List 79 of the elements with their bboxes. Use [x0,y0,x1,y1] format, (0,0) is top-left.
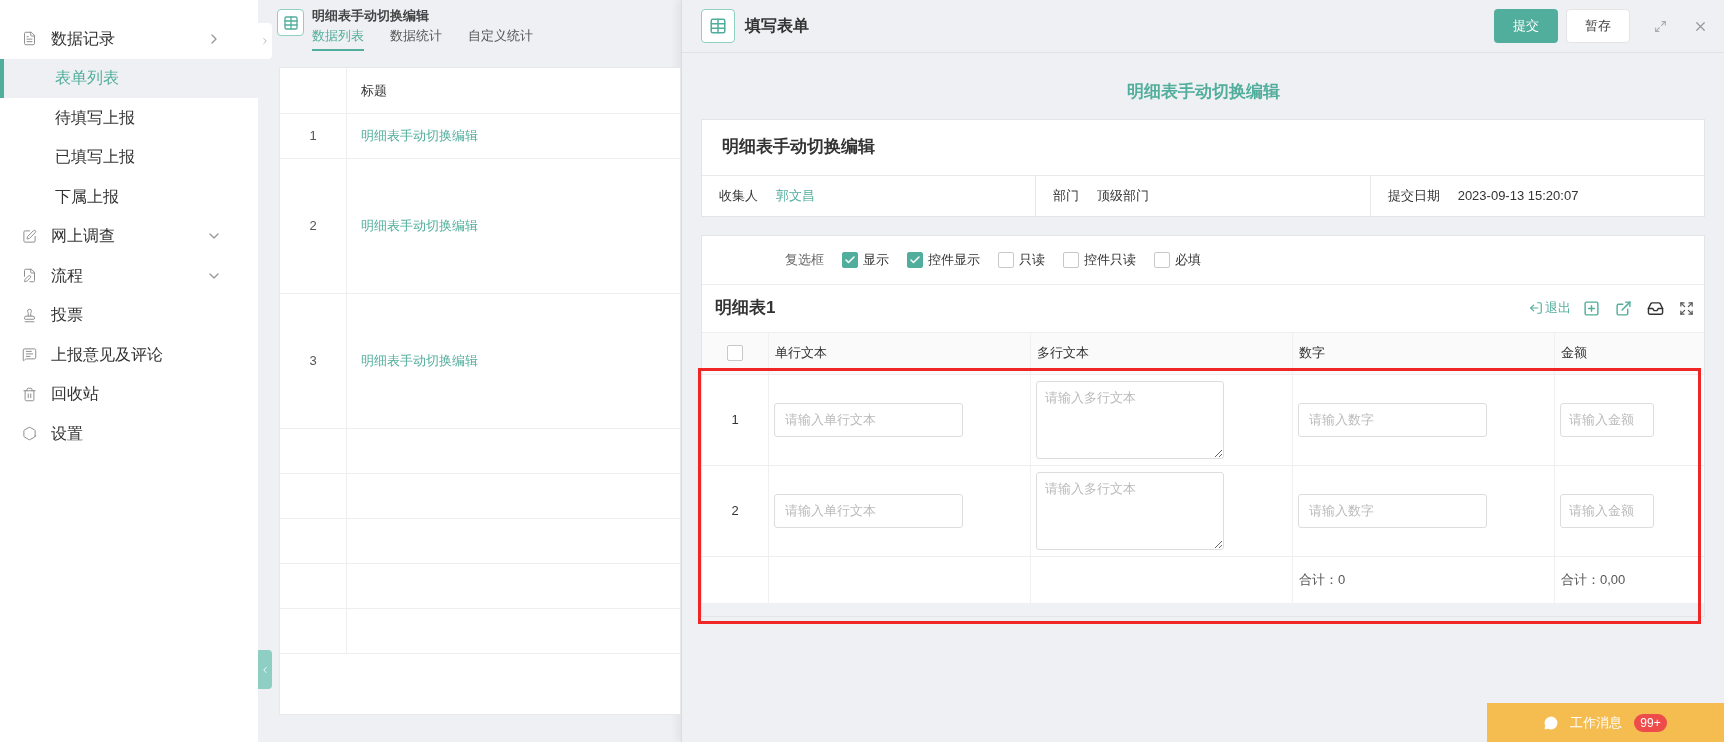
input-field[interactable]: 请输入单行文本 [774,493,963,528]
input-field[interactable]: 请输入金额 [1560,402,1654,437]
tab[interactable]: 数据统计 [390,26,442,51]
external-link-icon[interactable] [1615,299,1632,317]
sidebar-item[interactable]: 数据记录 [0,19,258,59]
column-header: 数字 [1299,344,1325,363]
input-field[interactable]: 请输入数字 [1298,493,1487,528]
work-messages-button[interactable]: 工作消息 99+ [1487,703,1724,742]
unread-badge: 99+ [1634,713,1667,732]
checkbox-label[interactable]: 控件只读 [1084,249,1136,270]
tab[interactable]: 自定义统计 [468,26,533,51]
sidebar-subitem[interactable]: 已填写上报 [0,137,258,177]
row-number: 2 [309,217,317,236]
form-title: 明细表手动切换编辑 [312,8,430,24]
check-icon [909,253,921,266]
table-icon [701,9,735,43]
row-number: 3 [309,352,317,371]
sidebar-item[interactable]: 投票 [0,295,258,335]
chevron-left-icon [260,664,270,675]
checkbox[interactable] [1063,251,1079,268]
select-all-checkbox[interactable] [727,345,743,361]
total-value: 合计：0,00 [1561,570,1626,589]
card-title: 明细表手动切换编辑 [722,136,875,159]
checkbox-label[interactable]: 必填 [1175,249,1201,270]
column-header: 单行文本 [775,344,827,363]
comment-icon [22,347,37,363]
column-header: 金额 [1561,344,1587,363]
checkbox[interactable] [907,251,923,268]
info-label: 提交日期 [1387,186,1440,205]
exit-icon [1529,301,1543,315]
document-icon [22,31,37,47]
input-field[interactable]: 请输入单行文本 [774,402,963,437]
form-heading: 明细表手动切换编辑 [1126,81,1280,103]
maximize-icon[interactable] [1654,19,1667,33]
field-label: 复选框 [785,250,824,269]
info-label: 部门 [1053,186,1080,205]
sidebar-item[interactable]: 设置 [0,414,258,454]
sidebar-item[interactable]: 上报意见及评论 [0,335,258,375]
add-icon[interactable] [1583,299,1600,317]
fullscreen-icon[interactable] [1679,300,1694,316]
sidebar-item[interactable]: 流程 [0,256,258,296]
info-value: 顶级部门 [1097,186,1150,205]
settings-icon [22,426,37,442]
sidebar-subitem[interactable]: 下属上报 [0,177,258,217]
chevron-right-icon [260,36,270,46]
info-value: 2023-09-13 15:20:07 [1457,186,1579,205]
panel-title: 填写表单 [745,16,810,36]
checkbox-label[interactable]: 显示 [863,249,889,270]
table-icon [277,9,304,36]
detail-table-title: 明细表1 [715,297,777,320]
info-label: 收集人 [719,186,758,205]
chat-icon [1544,715,1559,730]
check-icon [844,253,856,266]
clipboard-icon [22,268,37,284]
checkbox[interactable] [998,251,1014,268]
row-number: 1 [309,127,317,146]
input-field[interactable]: 请输入数字 [1298,402,1487,437]
checkbox-label[interactable]: 只读 [1019,249,1045,270]
checkbox-label[interactable]: 控件显示 [928,249,980,270]
total-value: 合计：0 [1299,570,1346,589]
textarea-field[interactable]: 请输入多行文本 [1036,380,1224,459]
textarea-field[interactable]: 请输入多行文本 [1036,471,1224,550]
expand-handle[interactable] [258,23,272,59]
input-field[interactable]: 请输入金额 [1560,493,1654,528]
sidebar-item[interactable]: 回收站 [0,374,258,414]
row-number: 1 [731,410,739,429]
save-draft-button[interactable]: 暂存 [1566,9,1630,43]
stamp-icon [22,307,37,323]
checkbox[interactable] [842,251,858,268]
column-header: 多行文本 [1037,344,1089,363]
row-number: 2 [731,501,739,520]
edit-icon [22,228,37,244]
sidebar-item[interactable]: 网上调查 [0,216,258,256]
sidebar-subitem[interactable]: 待填写上报 [0,98,258,138]
column-header: 标题 [361,81,387,100]
inbox-icon[interactable] [1647,299,1664,317]
checkbox[interactable] [1154,251,1170,268]
trash-icon [22,386,37,402]
collapse-handle[interactable] [258,650,272,689]
